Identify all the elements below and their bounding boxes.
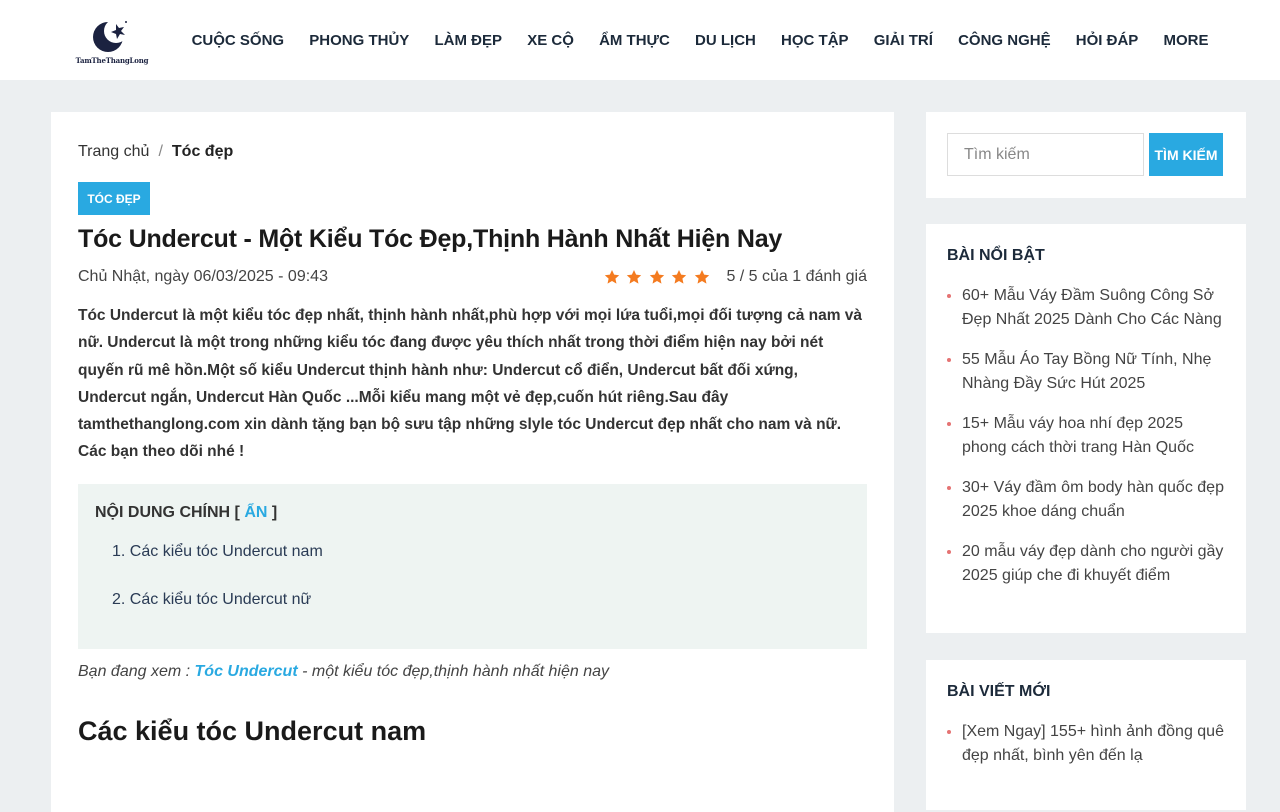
toc-toggle[interactable]: ẨN xyxy=(244,504,267,521)
viewing-suffix: - một kiểu tóc đẹp,thịnh hành nhất hiện … xyxy=(302,663,609,680)
nav-item-lam-dep[interactable]: LÀM ĐẸP xyxy=(422,32,515,49)
article-rating: 5 / 5 của 1 đánh giá xyxy=(604,268,867,286)
toc-item-undercut-nu[interactable]: 2. Các kiểu tóc Undercut nữ xyxy=(112,591,311,609)
toc-heading-end: ] xyxy=(271,504,278,521)
article-date: Chủ Nhật, ngày 06/03/2025 - 09:43 xyxy=(78,268,328,285)
star-icon[interactable] xyxy=(604,269,620,285)
table-of-contents: NỘI DUNG CHÍNH [ ẨN ] 1. Các kiểu tóc Un… xyxy=(78,484,867,649)
main-nav: CUỘC SỐNG PHONG THỦY LÀM ĐẸP XE CỘ ẨM TH… xyxy=(179,0,1221,80)
featured-list: 60+ Mẫu Váy Đầm Suông Công Sở Đẹp Nhất 2… xyxy=(947,284,1227,604)
list-item[interactable]: 15+ Mẫu váy hoa nhí đẹp 2025 phong cách … xyxy=(947,412,1227,459)
toc-heading-label: NỘI DUNG CHÍNH [ xyxy=(95,504,240,521)
star-icon[interactable] xyxy=(694,269,710,285)
search-widget: TÌM KIẾM xyxy=(926,112,1246,198)
category-badge[interactable]: TÓC ĐẸP xyxy=(78,182,150,215)
list-item[interactable]: [Xem Ngay] 155+ hình ảnh đồng quê đẹp nh… xyxy=(947,720,1227,767)
nav-item-phong-thuy[interactable]: PHONG THỦY xyxy=(297,32,422,49)
moon-logo-icon xyxy=(93,19,128,52)
site-logo[interactable]: TamTheThangLong xyxy=(72,14,152,66)
nav-item-cuoc-song[interactable]: CUỘC SỐNG xyxy=(179,32,297,49)
star-icon[interactable] xyxy=(626,269,642,285)
breadcrumb-home[interactable]: Trang chủ xyxy=(78,143,149,160)
newest-posts-widget: BÀI VIẾT MỚI [Xem Ngay] 155+ hình ảnh đồ… xyxy=(926,660,1246,810)
breadcrumb: Trang chủ / Tóc đẹp xyxy=(78,143,233,161)
viewing-note: Bạn đang xem : Tóc Undercut - một kiểu t… xyxy=(78,663,609,681)
section-heading: Các kiểu tóc Undercut nam xyxy=(78,716,427,746)
logo-text: TamTheThangLong xyxy=(75,56,149,65)
star-icon[interactable] xyxy=(649,269,665,285)
newest-title: BÀI VIẾT MỚI xyxy=(947,683,1051,700)
list-item[interactable]: 20 mẫu váy đẹp dành cho người gầy 2025 g… xyxy=(947,540,1227,587)
nav-item-more[interactable]: MORE xyxy=(1151,32,1221,49)
site-header: TamTheThangLong CUỘC SỐNG PHONG THỦY LÀM… xyxy=(0,0,1280,80)
star-icon[interactable] xyxy=(671,269,687,285)
list-item[interactable]: 30+ Váy đầm ôm body hàn quốc đẹp 2025 kh… xyxy=(947,476,1227,523)
rating-text: 5 / 5 của 1 đánh giá xyxy=(726,268,867,285)
nav-item-hoc-tap[interactable]: HỌC TẬP xyxy=(768,32,861,49)
breadcrumb-current[interactable]: Tóc đẹp xyxy=(172,143,233,160)
search-button[interactable]: TÌM KIẾM xyxy=(1149,133,1223,176)
rating-stars[interactable] xyxy=(604,269,717,285)
nav-item-hoi-dap[interactable]: HỎI ĐÁP xyxy=(1063,32,1151,49)
article-title: Tóc Undercut - Một Kiểu Tóc Đẹp,Thịnh Hà… xyxy=(78,225,783,253)
article-intro: Tóc Undercut là một kiểu tóc đẹp nhất, t… xyxy=(78,307,863,461)
nav-item-cong-nghe[interactable]: CÔNG NGHỆ xyxy=(946,32,1064,49)
search-input[interactable] xyxy=(947,133,1144,176)
toc-heading: NỘI DUNG CHÍNH [ ẨN ] xyxy=(95,504,277,522)
toc-item-undercut-nam[interactable]: 1. Các kiểu tóc Undercut nam xyxy=(112,543,323,561)
nav-item-du-lich[interactable]: DU LỊCH xyxy=(682,32,768,49)
list-item[interactable]: 60+ Mẫu Váy Đầm Suông Công Sở Đẹp Nhất 2… xyxy=(947,284,1227,331)
viewing-prefix: Bạn đang xem : xyxy=(78,663,191,680)
nav-item-xe-co[interactable]: XE CỘ xyxy=(515,32,587,49)
breadcrumb-separator: / xyxy=(158,143,163,160)
newest-list: [Xem Ngay] 155+ hình ảnh đồng quê đẹp nh… xyxy=(947,720,1227,784)
article-card: Trang chủ / Tóc đẹp TÓC ĐẸP Tóc Undercut -… xyxy=(51,112,894,812)
nav-item-giai-tri[interactable]: GIẢI TRÍ xyxy=(861,32,945,49)
viewing-link[interactable]: Tóc Undercut xyxy=(195,663,298,680)
featured-posts-widget: BÀI NỔI BẬT 60+ Mẫu Váy Đầm Suông Công S… xyxy=(926,224,1246,633)
list-item[interactable]: 55 Mẫu Áo Tay Bồng Nữ Tính, Nhẹ Nhàng Đầ… xyxy=(947,348,1227,395)
featured-title: BÀI NỔI BẬT xyxy=(947,247,1045,264)
nav-item-am-thuc[interactable]: ẨM THỰC xyxy=(586,32,682,49)
